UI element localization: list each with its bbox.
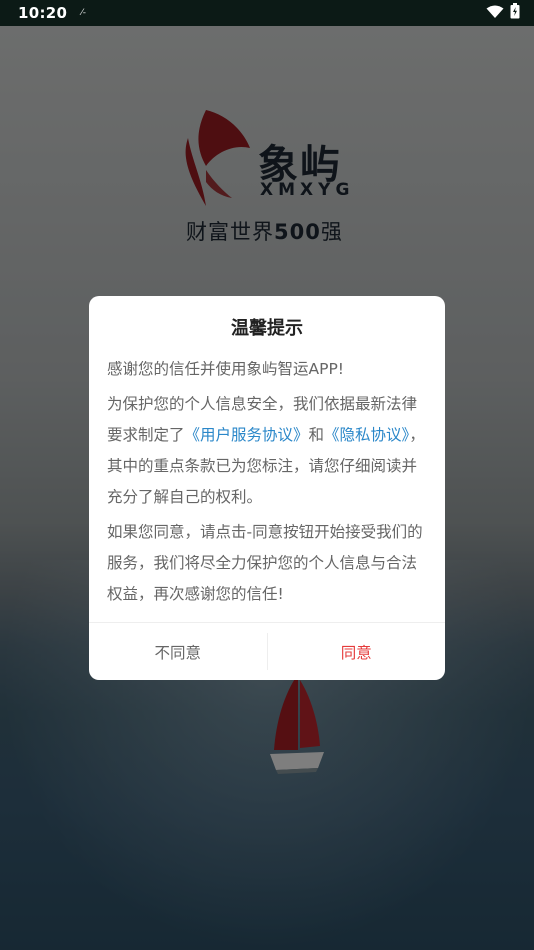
wifi-icon: [486, 4, 504, 23]
notification-icon: ⁄-: [81, 8, 87, 18]
battery-icon: [510, 3, 520, 23]
status-time: 10:20: [18, 4, 68, 22]
dialog-para-thanks: 感谢您的信任并使用象屿智运APP!: [107, 360, 345, 378]
status-icons: [486, 3, 520, 23]
privacy-dialog: 温馨提示 感谢您的信任并使用象屿智运APP! 为保护您的个人信息安全，我们依据最…: [89, 296, 445, 680]
privacy-policy-link[interactable]: 《隐私协议》: [324, 426, 409, 444]
dialog-footer: 不同意 同意: [89, 622, 445, 680]
dialog-body: 感谢您的信任并使用象屿智运APP! 为保护您的个人信息安全，我们依据最新法律要求…: [107, 354, 427, 614]
status-bar: 10:20 ⁄-: [0, 0, 534, 26]
dialog-title: 温馨提示: [231, 318, 303, 339]
dialog-para-policy: 为保护您的个人信息安全，我们依据最新法律要求制定了《用户服务协议》和《隐私协议》…: [107, 389, 427, 513]
user-agreement-link[interactable]: 《用户服务协议》: [185, 426, 309, 444]
disagree-button[interactable]: 不同意: [89, 623, 267, 680]
dialog-para-consent: 如果您同意，请点击-同意按钮开始接受我们的服务，我们将尽全力保护您的个人信息与合…: [107, 523, 423, 603]
policy-text-and: 和: [308, 426, 325, 444]
agree-button[interactable]: 同意: [268, 623, 446, 680]
